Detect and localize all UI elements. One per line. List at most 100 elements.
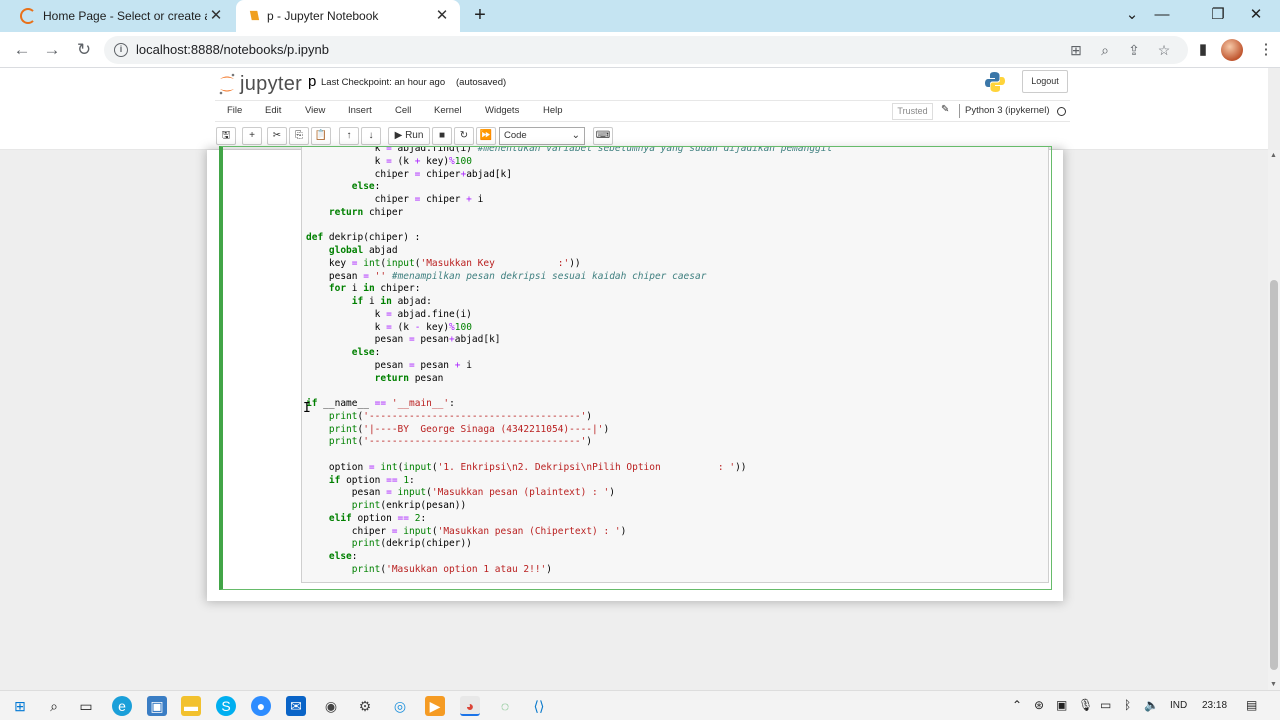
cut-icon[interactable]: ✂ — [267, 127, 287, 145]
code-line[interactable]: pesan = pesan+abjad[k] — [306, 334, 832, 347]
scroll-up-icon[interactable]: ▲ — [1270, 152, 1277, 159]
close-icon[interactable]: ✕ — [208, 8, 224, 24]
code-line[interactable]: if __name__ == '__main__': — [306, 398, 832, 411]
maps-icon[interactable]: ◎ — [390, 696, 410, 716]
reload-icon[interactable]: ↻ — [72, 38, 96, 62]
keyboard-icon[interactable]: ⌨ — [593, 127, 613, 145]
code-line[interactable]: pesan = '' #menampilkan pesan dekripsi s… — [306, 271, 832, 284]
code-line[interactable]: k = (k + key)%100 — [306, 156, 832, 169]
back-icon[interactable]: ← — [10, 38, 34, 62]
edge-icon[interactable]: e — [112, 696, 132, 716]
chevron-up-icon[interactable]: ⌃ — [1012, 698, 1022, 712]
page-scrollbar[interactable]: ▲ ▼ — [1268, 150, 1280, 690]
avatar[interactable] — [1221, 39, 1243, 61]
move-up-icon[interactable]: ↑ — [339, 127, 359, 145]
logout-button[interactable]: Logout — [1022, 70, 1068, 93]
battery-icon[interactable]: ▭ — [1100, 698, 1111, 712]
code-line[interactable]: return pesan — [306, 373, 832, 386]
code-line[interactable]: else: — [306, 181, 832, 194]
task-view-icon[interactable]: ▭ — [76, 696, 96, 716]
menu-kebab-icon[interactable]: ⋮ — [1254, 38, 1278, 62]
device-icon[interactable]: ▣ — [1056, 698, 1067, 712]
restart-icon[interactable]: ↻ — [454, 127, 474, 145]
zoom-icon[interactable]: ⌕ — [1095, 40, 1115, 60]
fast-forward-icon[interactable]: ⏩ — [476, 127, 496, 145]
code-line[interactable]: chiper = chiper + i — [306, 194, 832, 207]
code-cell[interactable]: k = abjad.find(i) #menentukan variabel s… — [219, 146, 1052, 590]
code-line[interactable]: print(dekrip(chiper)) — [306, 538, 832, 551]
notebook-name[interactable]: p — [308, 73, 316, 90]
code-text[interactable]: k = abjad.find(i) #menentukan variabel s… — [306, 147, 832, 577]
scroll-down-icon[interactable]: ▼ — [1270, 681, 1277, 688]
code-line[interactable]: if option == 1: — [306, 475, 832, 488]
app-green-icon[interactable]: ◌ — [495, 696, 515, 716]
code-line[interactable]: elif option == 2: — [306, 513, 832, 526]
stop-icon[interactable]: ■ — [432, 127, 452, 145]
skype-icon[interactable]: S — [216, 696, 236, 716]
microphone-icon[interactable]: 🎙 — [1078, 698, 1093, 712]
tab-home-page[interactable]: Home Page - Select or create a n ✕ — [8, 0, 234, 32]
menu-widgets[interactable]: Widgets — [485, 105, 519, 116]
move-down-icon[interactable]: ↓ — [361, 127, 381, 145]
media-player-icon[interactable]: ▶ — [425, 696, 445, 716]
code-line[interactable] — [306, 385, 832, 398]
cell-type-select[interactable]: Code ⌄ — [499, 127, 585, 145]
file-explorer-icon[interactable]: ▬ — [181, 696, 201, 716]
code-line[interactable]: for i in chiper: — [306, 283, 832, 296]
menu-insert[interactable]: Insert — [348, 105, 372, 116]
close-icon[interactable]: ✕ — [434, 8, 450, 24]
sidebar-icon[interactable]: ▮ — [1191, 38, 1215, 62]
control-panel-icon[interactable]: ▣ — [147, 696, 167, 716]
code-line[interactable]: global abjad — [306, 245, 832, 258]
menu-cell[interactable]: Cell — [395, 105, 411, 116]
code-line[interactable]: k = abjad.find(i) #menentukan variabel s… — [306, 147, 833, 156]
code-line[interactable]: key = int(input('Masukkan Key :')) — [306, 258, 832, 271]
save-icon[interactable]: 🖫 — [216, 127, 236, 145]
code-line[interactable]: print(enkrip(pesan)) — [306, 500, 832, 513]
language-indicator[interactable]: IND — [1170, 700, 1187, 711]
camera-icon[interactable]: ◉ — [321, 696, 341, 716]
settings-icon[interactable]: ⚙ — [355, 696, 375, 716]
code-line[interactable]: pesan = pesan + i — [306, 360, 832, 373]
insert-cell-icon[interactable]: + — [242, 127, 262, 145]
menu-edit[interactable]: Edit — [265, 105, 281, 116]
vscode-icon[interactable]: ⟨⟩ — [529, 696, 549, 716]
minimize-icon[interactable]: — — [1150, 4, 1174, 26]
menu-kernel[interactable]: Kernel — [434, 105, 461, 116]
run-button[interactable]: ▶ Run — [388, 127, 430, 145]
bookmark-star-icon[interactable]: ☆ — [1154, 40, 1174, 60]
code-line[interactable]: print('---------------------------------… — [306, 411, 832, 424]
clock[interactable]: 23:18 — [1202, 700, 1227, 711]
paste-icon[interactable]: 📋 — [311, 127, 331, 145]
share-icon[interactable]: ⇪ — [1124, 40, 1144, 60]
code-line[interactable]: print('|----BY George Sinaga (4342211054… — [306, 424, 832, 437]
search-icon[interactable]: ⌕ — [44, 696, 64, 716]
translate-icon[interactable]: ⊞ — [1066, 40, 1086, 60]
code-line[interactable] — [306, 449, 832, 462]
forward-icon[interactable]: → — [40, 38, 64, 62]
trusted-indicator[interactable]: Trusted — [892, 103, 933, 120]
volume-icon[interactable]: 🔈 — [1144, 698, 1159, 712]
tab-jupyter-notebook[interactable]: p - Jupyter Notebook ✕ — [236, 0, 460, 32]
new-tab-button[interactable]: + — [470, 5, 490, 25]
code-line[interactable]: return chiper — [306, 207, 832, 220]
code-line[interactable]: print('Masukkan option 1 atau 2!!') — [306, 564, 832, 577]
code-line[interactable]: chiper = chiper+abjad[k] — [306, 169, 832, 182]
tab-search-icon[interactable]: ⌄ — [1120, 4, 1144, 26]
network-icon[interactable]: ⊛ — [1034, 698, 1044, 712]
code-line[interactable]: chiper = input('Masukkan pesan (Chiperte… — [306, 526, 832, 539]
code-line[interactable]: def dekrip(chiper) : — [306, 232, 832, 245]
restore-icon[interactable]: ❐ — [1206, 4, 1230, 26]
code-line[interactable]: k = (k - key)%100 — [306, 322, 832, 335]
scroll-thumb[interactable] — [1270, 280, 1278, 670]
pencil-icon[interactable]: ✎ — [941, 104, 949, 115]
copy-icon[interactable]: ⎘ — [289, 127, 309, 145]
close-window-icon[interactable]: ✕ — [1244, 4, 1268, 26]
kernel-name[interactable]: Python 3 (ipykernel) — [965, 105, 1049, 116]
menu-help[interactable]: Help — [543, 105, 563, 116]
code-line[interactable]: k = abjad.fine(i) — [306, 309, 832, 322]
code-line[interactable] — [306, 220, 832, 233]
code-editor[interactable]: k = abjad.find(i) #menentukan variabel s… — [301, 147, 1049, 583]
chrome-icon[interactable]: ◕ — [460, 696, 480, 716]
start-icon[interactable]: ⊞ — [10, 696, 30, 716]
